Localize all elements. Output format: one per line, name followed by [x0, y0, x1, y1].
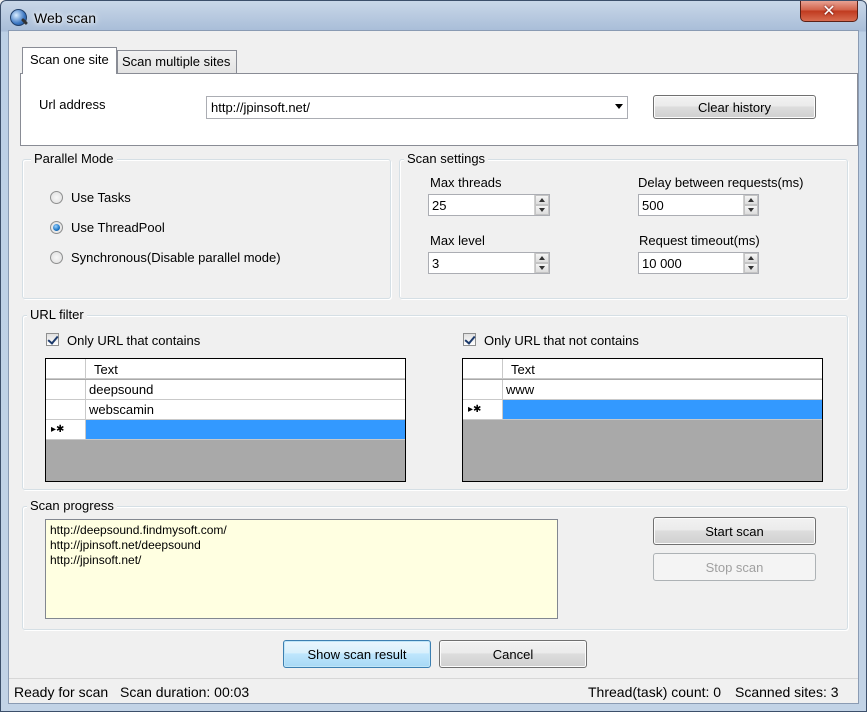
only-url-contains-label[interactable]: Only URL that contains: [67, 333, 200, 348]
new-row-marker-icon: ▸✱: [463, 400, 503, 420]
grid-cell[interactable]: webscamin: [86, 400, 405, 420]
only-url-not-contains-checkbox[interactable]: [463, 333, 476, 346]
max-threads-spinner[interactable]: 25: [428, 194, 550, 216]
status-state: Ready for scan: [14, 684, 109, 700]
delay-label: Delay between requests(ms): [638, 175, 804, 190]
row-header[interactable]: [463, 380, 503, 400]
table-row[interactable]: www: [463, 380, 822, 400]
cancel-button[interactable]: Cancel: [439, 640, 587, 668]
not-contains-filter-grid[interactable]: Text www ▸✱: [462, 358, 823, 482]
only-url-not-contains-label[interactable]: Only URL that not contains: [484, 333, 639, 348]
grid-corner: [46, 359, 86, 379]
grid-header: Text: [46, 359, 405, 379]
spin-up-icon[interactable]: [744, 253, 758, 263]
use-threadpool-label[interactable]: Use ThreadPool: [71, 220, 165, 235]
table-row[interactable]: webscamin: [46, 400, 405, 420]
max-threads-label: Max threads: [430, 175, 502, 190]
grid-cell[interactable]: www: [503, 380, 822, 400]
stop-scan-button[interactable]: Stop scan: [653, 553, 816, 581]
contains-filter-grid[interactable]: Text deepsound webscamin ▸✱: [45, 358, 406, 482]
table-row[interactable]: deepsound: [46, 380, 405, 400]
delay-spin-buttons[interactable]: [743, 195, 758, 215]
scan-progress-log[interactable]: http://deepsound.findmysoft.com/ http://…: [45, 519, 558, 619]
spin-down-icon[interactable]: [535, 263, 549, 273]
request-timeout-value: 10 000: [642, 256, 682, 271]
column-header-text[interactable]: Text: [94, 362, 118, 377]
use-tasks-label[interactable]: Use Tasks: [71, 190, 131, 205]
grid-corner: [463, 359, 503, 379]
use-threadpool-radio[interactable]: [50, 221, 63, 234]
tab-scan-one-site[interactable]: Scan one site: [22, 47, 117, 74]
spin-up-icon[interactable]: [744, 195, 758, 205]
request-timeout-spinner[interactable]: 10 000: [638, 252, 759, 274]
status-scanned-sites: Scanned sites: 3: [735, 684, 839, 700]
row-header[interactable]: [46, 400, 86, 420]
url-combobox[interactable]: http://jpinsoft.net/: [206, 96, 628, 119]
tab-scan-multiple-sites[interactable]: Scan multiple sites: [117, 50, 237, 73]
spin-up-icon[interactable]: [535, 195, 549, 205]
show-scan-result-button[interactable]: Show scan result: [283, 640, 431, 668]
use-tasks-radio[interactable]: [50, 191, 63, 204]
max-level-spinner[interactable]: 3: [428, 252, 550, 274]
status-duration: Scan duration: 00:03: [120, 684, 250, 700]
grid-cell[interactable]: deepsound: [86, 380, 405, 400]
max-threads-spin-buttons[interactable]: [534, 195, 549, 215]
log-line: http://jpinsoft.net/deepsound: [50, 538, 201, 552]
delay-spinner[interactable]: 500: [638, 194, 759, 216]
scan-progress-title: Scan progress: [27, 498, 117, 513]
max-threads-value: 25: [432, 198, 447, 213]
chevron-down-icon[interactable]: [615, 104, 623, 109]
globe-search-icon: [10, 9, 27, 26]
url-combobox-value: http://jpinsoft.net/: [211, 100, 311, 115]
synchronous-label[interactable]: Synchronous(Disable parallel mode): [71, 250, 281, 265]
title-bar[interactable]: Web scan: [1, 1, 864, 30]
log-line: http://deepsound.findmysoft.com/: [50, 523, 227, 537]
close-button[interactable]: ✕: [800, 1, 858, 22]
synchronous-radio[interactable]: [50, 251, 63, 264]
new-row[interactable]: ▸✱: [463, 400, 822, 420]
max-level-value: 3: [432, 256, 440, 271]
max-level-label: Max level: [430, 233, 485, 248]
clear-history-button[interactable]: Clear history: [653, 95, 816, 119]
spin-down-icon[interactable]: [744, 205, 758, 215]
column-header-text[interactable]: Text: [511, 362, 535, 377]
window-title: Web scan: [34, 10, 96, 26]
url-address-label: Url address: [39, 97, 106, 112]
spin-up-icon[interactable]: [535, 253, 549, 263]
scan-settings-title: Scan settings: [404, 151, 489, 166]
new-row-cell[interactable]: [86, 420, 405, 440]
request-timeout-label: Request timeout(ms): [639, 233, 760, 248]
spin-down-icon[interactable]: [535, 205, 549, 215]
status-thread-count: Thread(task) count: 0: [588, 684, 722, 700]
status-bar: Ready for scan Scan duration: 00:03 Thre…: [9, 678, 858, 703]
new-row-cell[interactable]: [503, 400, 822, 420]
delay-value: 500: [642, 198, 664, 213]
grid-header: Text: [463, 359, 822, 379]
max-level-spin-buttons[interactable]: [534, 253, 549, 273]
spin-down-icon[interactable]: [744, 263, 758, 273]
url-filter-title: URL filter: [27, 307, 87, 322]
only-url-contains-checkbox[interactable]: [46, 333, 59, 346]
row-header[interactable]: [46, 380, 86, 400]
request-timeout-spin-buttons[interactable]: [743, 253, 758, 273]
new-row-marker-icon: ▸✱: [46, 420, 86, 440]
new-row[interactable]: ▸✱: [46, 420, 405, 440]
parallel-mode-title: Parallel Mode: [31, 151, 117, 166]
start-scan-button[interactable]: Start scan: [653, 517, 816, 545]
log-line: http://jpinsoft.net/: [50, 553, 142, 567]
